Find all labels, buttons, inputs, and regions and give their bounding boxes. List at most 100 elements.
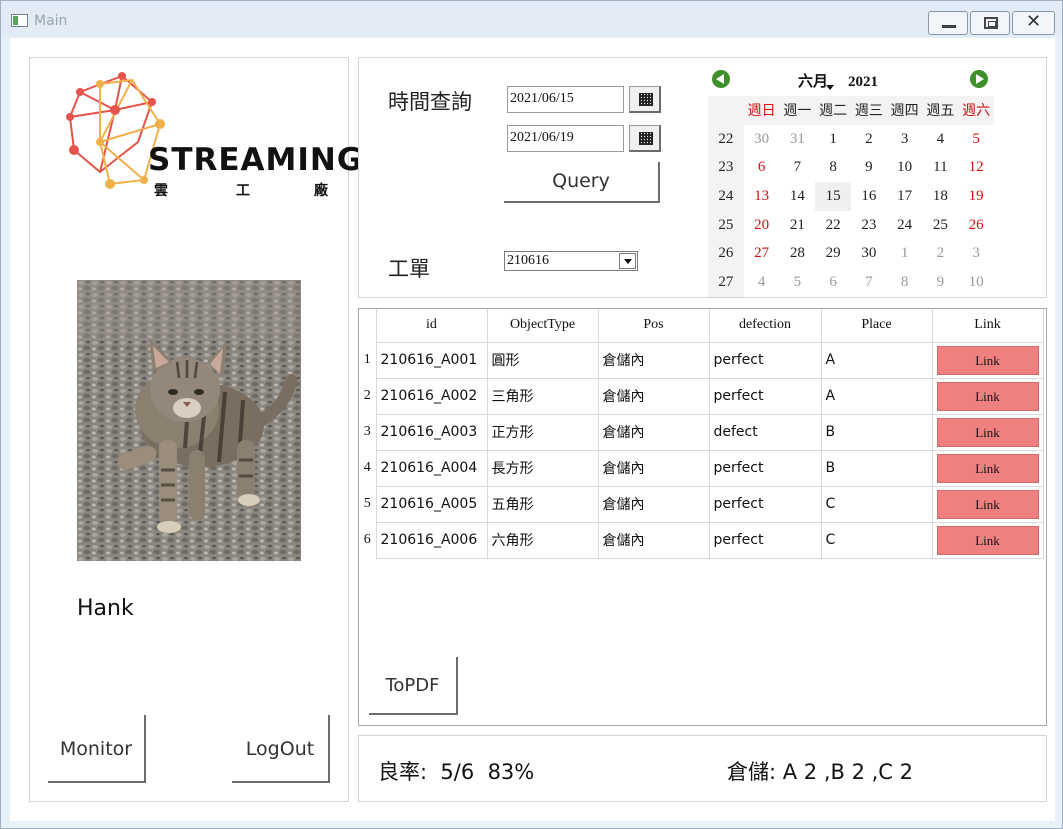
calendar-day[interactable]: 14 [780,182,816,211]
end-date-input[interactable]: 2021/06/19 [507,125,624,152]
calendar-day[interactable]: 5 [958,125,994,154]
cell-pos[interactable]: 倉儲內 [598,450,710,487]
cell-objecttype[interactable]: 圓形 [487,342,599,379]
calendar-day[interactable]: 23 [851,211,887,240]
cell-defection[interactable]: perfect [709,342,822,379]
calendar-day[interactable]: 12 [958,153,994,182]
calendar-day[interactable]: 30 [744,125,780,154]
table-row[interactable]: 6 210616_A006 六角形 倉儲內 perfect C Link [359,522,1044,559]
calendar-day[interactable]: 3 [887,125,923,154]
calendar-day[interactable]: 9 [923,268,959,297]
cell-pos[interactable]: 倉儲內 [598,522,710,559]
calendar-day[interactable]: 24 [887,211,923,240]
calendar-day[interactable]: 25 [923,211,959,240]
table-row[interactable]: 1 210616_A001 圓形 倉儲內 perfect A Link [359,342,1044,379]
cell-place[interactable]: B [821,450,933,487]
link-button[interactable]: Link [936,345,1039,375]
query-button[interactable]: Query [504,162,660,203]
link-button[interactable]: Link [936,381,1039,411]
calendar-prev-month-icon[interactable] [712,70,730,88]
cell-id[interactable]: 210616_A003 [376,414,488,451]
cell-defection[interactable]: defect [709,414,822,451]
calendar-day[interactable]: 4 [923,125,959,154]
cell-id[interactable]: 210616_A005 [376,486,488,523]
link-button[interactable]: Link [936,417,1039,447]
calendar-day[interactable]: 31 [780,125,816,154]
calendar-day[interactable]: 2 [851,125,887,154]
column-header-place[interactable]: Place [821,309,933,343]
cell-objecttype[interactable]: 五角形 [487,486,599,523]
calendar-day[interactable]: 1 [815,125,851,154]
calendar-day[interactable]: 28 [780,239,816,268]
cell-defection[interactable]: perfect [709,450,822,487]
cell-objecttype[interactable]: 三角形 [487,378,599,415]
cell-id[interactable]: 210616_A006 [376,522,488,559]
cell-objecttype[interactable]: 六角形 [487,522,599,559]
calendar-day[interactable]: 7 [780,153,816,182]
cell-defection[interactable]: perfect [709,522,822,559]
calendar-day[interactable]: 7 [851,268,887,297]
cell-pos[interactable]: 倉儲內 [598,378,710,415]
column-header-id[interactable]: id [376,309,488,343]
calendar-day[interactable]: 9 [851,153,887,182]
table-row[interactable]: 4 210616_A004 長方形 倉儲內 perfect B Link [359,450,1044,487]
cell-defection[interactable]: perfect [709,378,822,415]
start-date-picker-button[interactable] [629,86,661,113]
calendar-day[interactable]: 13 [744,182,780,211]
calendar-day[interactable]: 10 [958,268,994,297]
calendar-title[interactable]: 六月 2021 [798,70,878,91]
calendar-day[interactable]: 17 [887,182,923,211]
calendar-day[interactable]: 8 [887,268,923,297]
cell-id[interactable]: 210616_A001 [376,342,488,379]
link-button[interactable]: Link [936,453,1039,483]
column-header-link[interactable]: Link [932,309,1044,343]
chevron-down-icon[interactable] [619,253,636,269]
calendar-day[interactable]: 4 [744,268,780,297]
close-button[interactable]: ✕ [1012,11,1055,35]
calendar-day[interactable]: 19 [958,182,994,211]
calendar-day[interactable]: 16 [851,182,887,211]
cell-pos[interactable]: 倉儲內 [598,486,710,523]
link-button[interactable]: Link [936,489,1039,519]
column-header-defection[interactable]: defection [709,309,822,343]
cell-place[interactable]: A [821,342,933,379]
link-button[interactable]: Link [936,525,1039,555]
calendar-day[interactable]: 8 [815,153,851,182]
calendar-day[interactable]: 5 [780,268,816,297]
column-header-pos[interactable]: Pos [598,309,710,343]
cell-objecttype[interactable]: 正方形 [487,414,599,451]
calendar-day[interactable]: 3 [958,239,994,268]
work-order-select[interactable]: 210616 [504,251,638,271]
table-row[interactable]: 5 210616_A005 五角形 倉儲內 perfect C Link [359,486,1044,523]
end-date-picker-button[interactable] [629,125,661,152]
cell-place[interactable]: B [821,414,933,451]
cell-id[interactable]: 210616_A004 [376,450,488,487]
cell-defection[interactable]: perfect [709,486,822,523]
calendar-day[interactable]: 6 [744,153,780,182]
maximize-button[interactable] [970,11,1010,35]
cell-pos[interactable]: 倉儲內 [598,342,710,379]
calendar-day[interactable]: 15 [815,182,851,211]
table-row[interactable]: 2 210616_A002 三角形 倉儲內 perfect A Link [359,378,1044,415]
logout-button[interactable]: LogOut [232,715,330,783]
cell-place[interactable]: C [821,522,933,559]
calendar-day[interactable]: 18 [923,182,959,211]
calendar-day[interactable]: 21 [780,211,816,240]
calendar-day[interactable]: 27 [744,239,780,268]
calendar-day[interactable]: 2 [923,239,959,268]
calendar-day[interactable]: 30 [851,239,887,268]
calendar-day[interactable]: 11 [923,153,959,182]
calendar-day[interactable]: 1 [887,239,923,268]
calendar-day[interactable]: 20 [744,211,780,240]
calendar-day[interactable]: 22 [815,211,851,240]
column-header-objecttype[interactable]: ObjectType [487,309,599,343]
cell-objecttype[interactable]: 長方形 [487,450,599,487]
calendar-day[interactable]: 26 [958,211,994,240]
calendar-day[interactable]: 10 [887,153,923,182]
cell-place[interactable]: C [821,486,933,523]
cell-id[interactable]: 210616_A002 [376,378,488,415]
to-pdf-button[interactable]: ToPDF [369,657,458,715]
calendar-day[interactable]: 6 [815,268,851,297]
title-bar[interactable]: Main ✕ [1,1,1062,37]
table-row[interactable]: 3 210616_A003 正方形 倉儲內 defect B Link [359,414,1044,451]
